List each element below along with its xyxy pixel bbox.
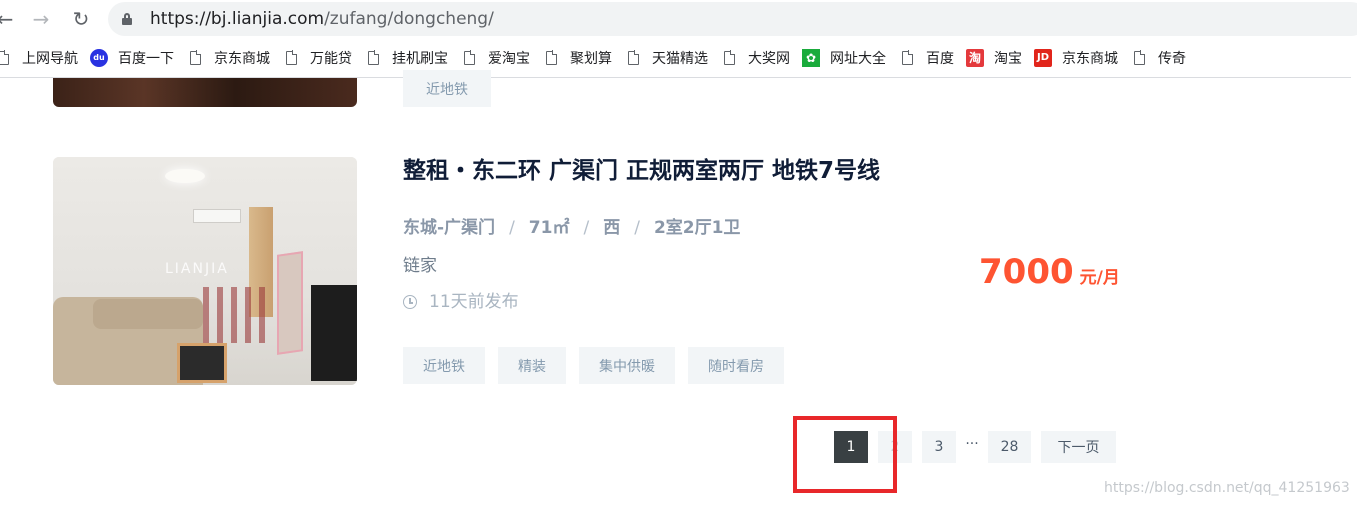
bookmark-label: 传奇 — [1158, 50, 1186, 67]
document-icon — [282, 49, 300, 67]
meta-separator: / — [634, 218, 640, 238]
bookmark-item[interactable]: 天猫精选 — [624, 43, 720, 73]
bookmark-item[interactable]: 万能贷 — [282, 43, 364, 73]
tag-near-subway: 近地铁 — [403, 347, 485, 384]
bookmark-item[interactable]: 传奇 — [1130, 43, 1198, 73]
bookmark-label: 万能贷 — [310, 50, 352, 67]
bookmark-item[interactable]: 上网导航 — [0, 43, 90, 73]
hao123-icon: ✿ — [802, 48, 820, 67]
url-text[interactable]: https://bj.lianjia.com/zufang/dongcheng/ — [150, 9, 494, 29]
document-icon — [720, 49, 738, 67]
page-2-button[interactable]: 2 — [878, 431, 912, 463]
bookmark-label: 京东商城 — [214, 50, 270, 67]
bookmark-label: 挂机刷宝 — [392, 50, 448, 67]
previous-listing-photo[interactable] — [53, 78, 357, 107]
sofa-back — [93, 299, 203, 329]
bookmark-label: 大奖网 — [748, 50, 790, 67]
forward-arrow-icon[interactable]: → — [28, 6, 54, 32]
bookmark-item[interactable]: JD 京东商城 — [1034, 43, 1130, 73]
pagination-ellipsis: ··· — [965, 436, 979, 452]
document-icon — [624, 49, 642, 67]
clock-icon — [403, 295, 417, 309]
air-conditioner — [193, 209, 241, 223]
bookmark-item[interactable]: 百度 — [898, 43, 966, 73]
url-host: https://bj.lianjia.com — [150, 9, 325, 29]
dining-chairs — [203, 287, 267, 343]
publish-time-text: 11天前发布 — [429, 292, 519, 312]
price-unit: 元/月 — [1079, 268, 1120, 288]
page-1-button[interactable]: 1 — [834, 431, 868, 463]
document-icon — [1130, 49, 1148, 67]
bookmark-label: 京东商城 — [1062, 50, 1118, 67]
listing-price: 7000 元/月 — [979, 250, 1120, 294]
listing-photo[interactable]: LIANJIA — [53, 157, 357, 385]
document-icon — [542, 49, 560, 67]
next-page-button[interactable]: 下一页 — [1041, 431, 1116, 463]
photo-watermark: LIANJIA — [165, 261, 229, 277]
bookmark-label: 百度 — [926, 50, 954, 67]
listing-tags: 近地铁 精装 集中供暖 随时看房 — [403, 347, 797, 384]
coffee-table — [177, 343, 227, 383]
bookmark-label: 百度一下 — [118, 50, 174, 67]
jd-icon: JD — [1034, 48, 1052, 67]
bookmark-item[interactable]: 大奖网 — [720, 43, 802, 73]
meta-separator: / — [509, 218, 515, 238]
bookmark-item[interactable]: du 百度一下 — [90, 43, 186, 73]
listing-meta: 东城-广渠门 / 71㎡ / 西 / 2室2厅1卫 — [403, 216, 740, 240]
page-3-button[interactable]: 3 — [922, 431, 956, 463]
bookmark-label: 爱淘宝 — [488, 50, 530, 67]
lock-icon[interactable] — [122, 13, 132, 25]
bookmark-label: 聚划算 — [570, 50, 612, 67]
listing-area: 71㎡ — [528, 218, 570, 238]
mirror — [277, 251, 303, 355]
bookmark-item[interactable]: ✿ 网址大全 — [802, 43, 898, 73]
bookmarks-bar: 上网导航 du 百度一下 京东商城 万能贷 挂机刷宝 爱淘宝 聚划算 天猫精选 大奖网 ✿ 网址大全 百… — [0, 38, 1351, 78]
bookmark-item[interactable]: 淘淘宝 — [966, 43, 1034, 73]
address-bar[interactable]: https://bj.lianjia.com/zufang/dongcheng/ — [108, 2, 1357, 36]
document-icon — [460, 49, 478, 67]
tag-viewable-anytime: 随时看房 — [688, 347, 784, 384]
bookmark-label: 淘宝 — [994, 50, 1022, 67]
tag-central-heating: 集中供暖 — [579, 347, 675, 384]
document-icon — [364, 49, 382, 67]
previous-listing-tag: 近地铁 — [403, 70, 491, 107]
browser-toolbar: ← → ↻ https://bj.lianjia.com/zufang/dong… — [0, 0, 1357, 38]
bookmark-item[interactable]: 爱淘宝 — [460, 43, 542, 73]
reload-icon[interactable]: ↻ — [68, 6, 94, 32]
blog-watermark: https://blog.csdn.net/qq_41251963 — [1104, 480, 1350, 496]
television — [311, 285, 357, 381]
taobao-icon: 淘 — [966, 48, 984, 67]
bookmark-label: 网址大全 — [830, 50, 886, 67]
back-arrow-icon[interactable]: ← — [0, 6, 18, 32]
listing-publish-time: 11天前发布 — [403, 290, 519, 314]
bookmark-label: 天猫精选 — [652, 50, 708, 67]
bookmark-item[interactable]: 京东商城 — [186, 43, 282, 73]
ceiling-lamp — [165, 169, 205, 183]
listing-district-link[interactable]: 东城-广渠门 — [403, 218, 495, 238]
listing-brand: 链家 — [403, 256, 437, 276]
tag-decorated: 精装 — [498, 347, 566, 384]
document-icon — [0, 49, 12, 67]
listing-layout: 2室2厅1卫 — [653, 218, 741, 238]
url-path: /zufang/dongcheng/ — [324, 9, 494, 29]
price-value: 7000 — [979, 252, 1074, 292]
bookmark-item[interactable]: 挂机刷宝 — [364, 43, 460, 73]
document-icon — [186, 49, 204, 67]
meta-separator: / — [583, 218, 590, 238]
page-28-button[interactable]: 28 — [988, 431, 1031, 463]
baidu-paw-icon: du — [90, 48, 108, 67]
listing-orientation: 西 — [603, 218, 621, 238]
bookmark-item[interactable]: 聚划算 — [542, 43, 624, 73]
document-icon — [898, 49, 916, 67]
listing-title-link[interactable]: 整租・东二环 广渠门 正规两室两厅 地铁7号线 — [403, 156, 880, 186]
bookmark-label: 上网导航 — [22, 50, 78, 67]
